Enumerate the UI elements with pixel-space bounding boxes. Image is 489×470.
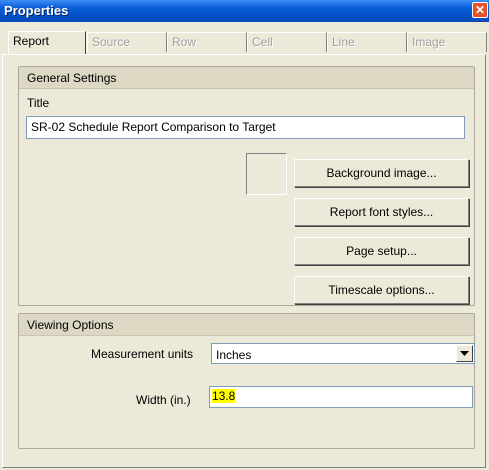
tab-image[interactable]: Image bbox=[407, 32, 487, 52]
viewing-options-group: Viewing Options Measurement units Inches… bbox=[18, 313, 475, 449]
general-settings-header: General Settings bbox=[19, 67, 474, 89]
timescale-options-button[interactable]: Timescale options... bbox=[294, 276, 469, 304]
width-input[interactable]: 13.8 bbox=[209, 386, 473, 408]
report-font-styles-button[interactable]: Report font styles... bbox=[294, 198, 469, 226]
width-value: 13.8 bbox=[212, 389, 236, 403]
close-icon[interactable]: ✕ bbox=[472, 2, 488, 18]
report-title-input[interactable]: SR-02 Schedule Report Comparison to Targ… bbox=[26, 116, 465, 139]
window-title: Properties bbox=[4, 3, 69, 18]
title-label: Title bbox=[27, 96, 50, 110]
tab-report[interactable]: Report bbox=[8, 31, 86, 54]
chevron-down-icon[interactable] bbox=[456, 345, 473, 362]
background-image-preview bbox=[246, 153, 287, 195]
measurement-units-value: Inches bbox=[216, 348, 252, 362]
tab-strip: Report Source Row Cell Line Image bbox=[0, 31, 487, 54]
tab-line[interactable]: Line bbox=[327, 32, 407, 52]
measurement-units-label: Measurement units bbox=[91, 347, 194, 361]
tab-row[interactable]: Row bbox=[167, 32, 247, 52]
tab-cell[interactable]: Cell bbox=[247, 32, 327, 52]
measurement-units-select[interactable]: Inches bbox=[211, 343, 475, 364]
viewing-options-header: Viewing Options bbox=[19, 314, 474, 336]
report-tab-panel: General Settings Title SR-02 Schedule Re… bbox=[2, 54, 486, 468]
page-setup-button[interactable]: Page setup... bbox=[294, 237, 469, 265]
tab-source[interactable]: Source bbox=[87, 32, 167, 52]
general-settings-group: General Settings Title SR-02 Schedule Re… bbox=[18, 66, 475, 306]
title-bar[interactable]: Properties ✕ bbox=[0, 0, 489, 22]
width-label: Width (in.) bbox=[136, 393, 191, 407]
background-image-button[interactable]: Background image... bbox=[294, 159, 469, 187]
